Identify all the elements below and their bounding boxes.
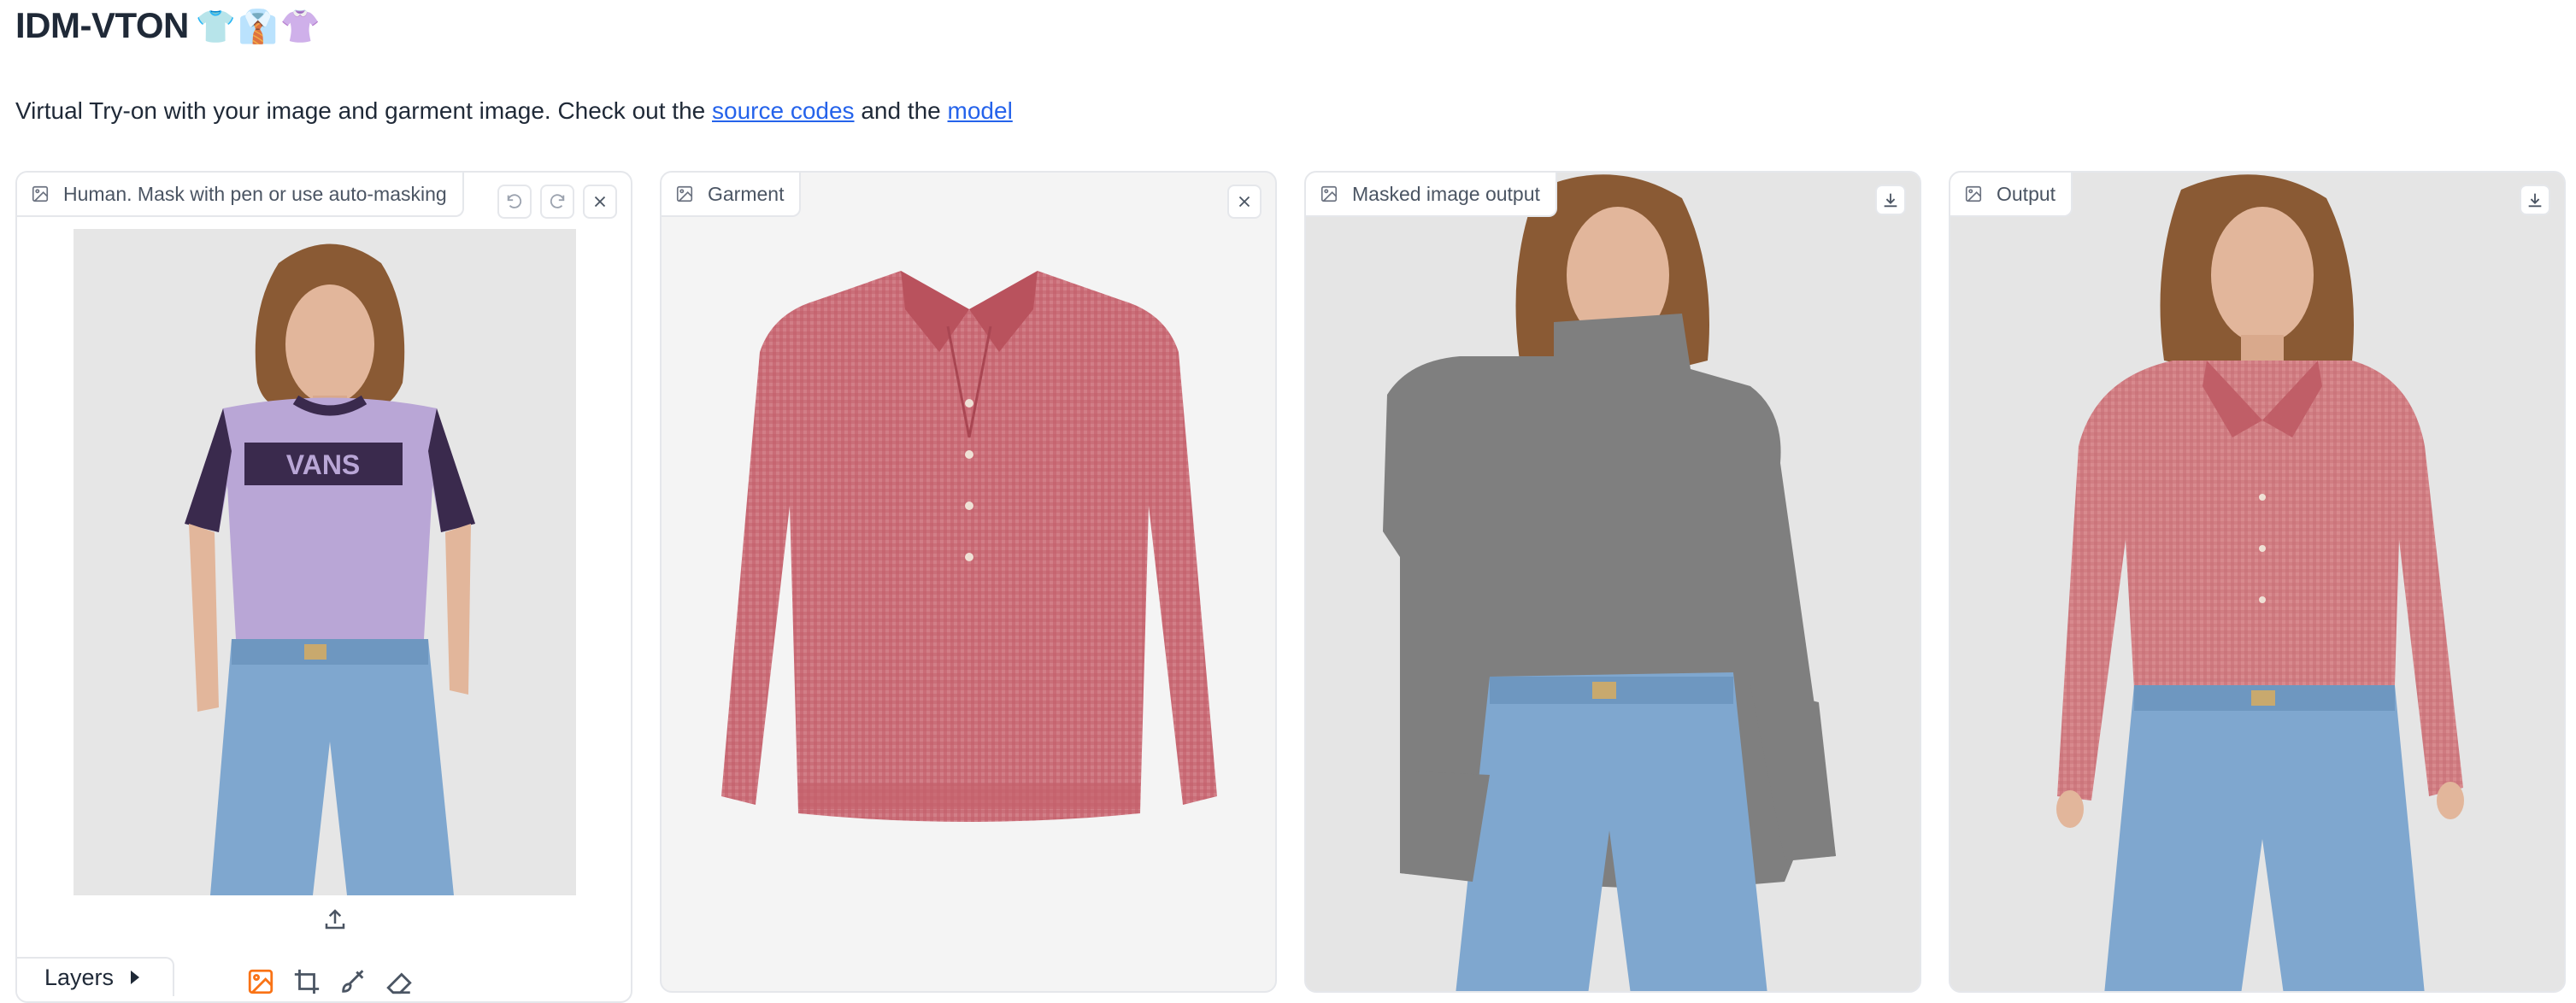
- image-icon: [676, 185, 693, 202]
- model-link[interactable]: model: [948, 97, 1013, 124]
- crop-icon[interactable]: [292, 967, 321, 996]
- output-photo: [1950, 173, 2564, 991]
- app-title-text: IDM-VTON: [15, 5, 189, 45]
- eraser-icon[interactable]: [385, 967, 414, 996]
- source-codes-link[interactable]: source codes: [712, 97, 855, 124]
- upload-button[interactable]: [318, 902, 352, 936]
- download-icon: [1884, 193, 1897, 208]
- tryon-result-image: [1950, 173, 2564, 991]
- output-download-button[interactable]: [2520, 185, 2550, 215]
- output-label-text: Output: [1997, 182, 2056, 205]
- masked-image-panel: Masked image output: [1304, 171, 1921, 993]
- close-icon: [1238, 196, 1250, 208]
- image-icon: [1965, 185, 1982, 202]
- human-panel-label: Human. Mask with pen or use auto-masking: [17, 173, 464, 217]
- output-panel-label: Output: [1950, 173, 2073, 217]
- garment-clear-button[interactable]: [1227, 185, 1262, 219]
- download-icon: [2528, 193, 2542, 208]
- output-image-panel: Output: [1949, 171, 2566, 993]
- app-description: Virtual Try-on with your image and garme…: [15, 97, 1013, 125]
- masked-panel-label: Masked image output: [1306, 173, 1557, 217]
- human-figure-image: VANS: [74, 229, 576, 895]
- brush-icon[interactable]: [338, 967, 368, 996]
- close-icon: [594, 196, 606, 208]
- masked-photo: [1306, 173, 1920, 991]
- masked-figure-image: [1306, 173, 1920, 991]
- image-tool-icon[interactable]: [246, 967, 275, 996]
- image-icon: [32, 185, 49, 202]
- clear-button[interactable]: [583, 185, 617, 219]
- garment-photo: [704, 249, 1234, 916]
- svg-text:VANS: VANS: [286, 449, 361, 480]
- masked-download-button[interactable]: [1875, 185, 1906, 215]
- human-image-editor[interactable]: Human. Mask with pen or use auto-masking…: [15, 171, 632, 1003]
- editor-toolbar: [246, 967, 414, 996]
- image-icon: [1320, 185, 1338, 202]
- masked-label-text: Masked image output: [1352, 182, 1540, 205]
- description-text: Virtual Try-on with your image and garme…: [15, 97, 712, 124]
- human-label-text: Human. Mask with pen or use auto-masking: [63, 182, 447, 205]
- garment-label-text: Garment: [708, 182, 785, 205]
- human-photo[interactable]: VANS: [74, 229, 576, 895]
- pink-blouse-image: [721, 271, 1217, 822]
- undo-icon: [507, 194, 522, 208]
- page-title: IDM-VTON 👕👔👚: [15, 5, 322, 46]
- layers-button[interactable]: Layers: [17, 957, 174, 996]
- layers-label: Layers: [44, 964, 115, 990]
- garment-panel-label: Garment: [662, 173, 802, 217]
- clothing-emoji: 👕👔👚: [195, 8, 322, 45]
- garment-image-panel[interactable]: Garment: [660, 171, 1277, 993]
- redo-icon: [550, 194, 565, 208]
- upload-icon: [325, 909, 345, 930]
- redo-button[interactable]: [540, 185, 574, 219]
- caret-right-icon: [131, 971, 140, 984]
- undo-button[interactable]: [497, 185, 532, 219]
- description-text-middle: and the: [854, 97, 948, 124]
